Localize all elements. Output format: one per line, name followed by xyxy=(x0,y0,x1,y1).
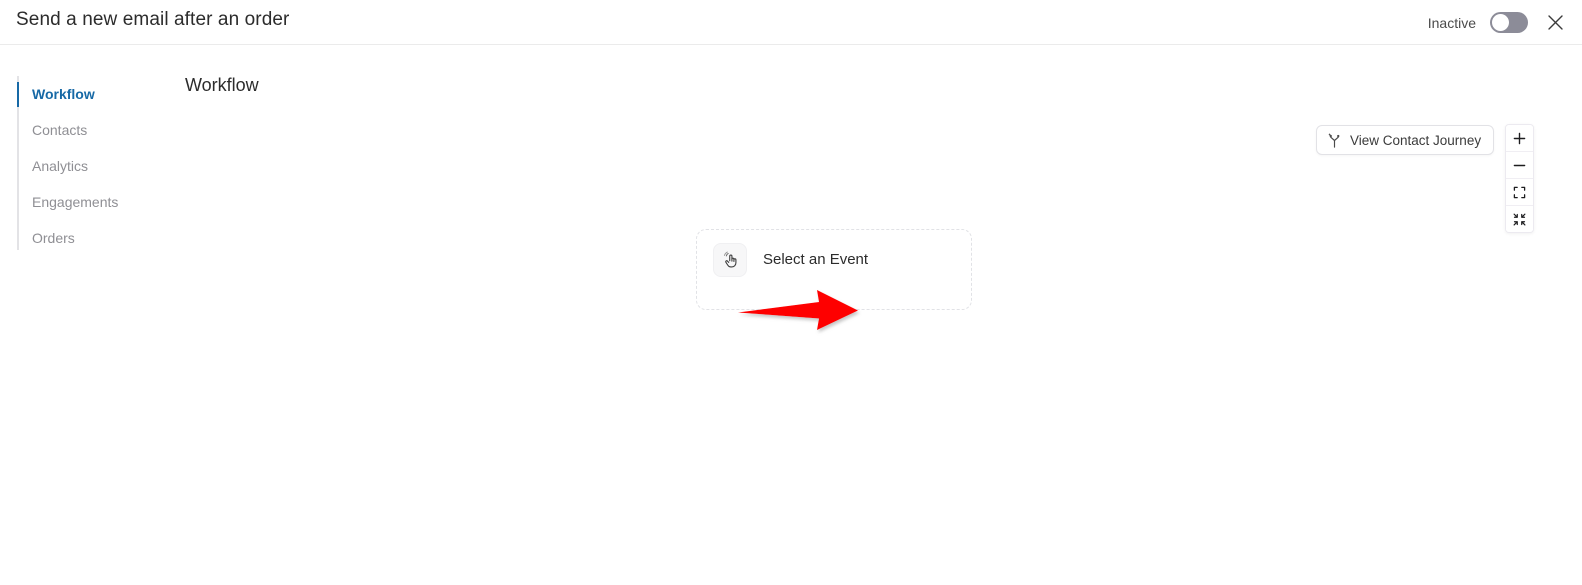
close-icon xyxy=(1547,15,1563,30)
zoom-out-button[interactable] xyxy=(1506,152,1533,179)
sidebar-item-engagements[interactable]: Engagements xyxy=(17,184,172,220)
close-button[interactable] xyxy=(1542,10,1568,36)
toggle-knob xyxy=(1492,14,1509,31)
event-node-label: Select an Event xyxy=(763,251,869,268)
section-title: Workflow xyxy=(185,75,259,95)
sidebar-item-label: Orders xyxy=(32,230,75,246)
branch-journey-icon xyxy=(1328,133,1340,148)
select-an-event-node[interactable]: Select an Event xyxy=(696,229,972,310)
workflow-canvas: Workflow View Contact Journey Select an … xyxy=(172,45,1582,585)
fit-view-button[interactable] xyxy=(1506,179,1533,206)
sidebar-nav: Workflow Contacts Analytics Engagements … xyxy=(17,76,172,256)
view-contact-journey-label: View Contact Journey xyxy=(1350,132,1482,148)
app-header: Send a new email after an order Inactive xyxy=(0,0,1582,45)
zoom-in-button[interactable] xyxy=(1506,125,1533,152)
sidebar-item-label: Workflow xyxy=(32,86,95,102)
sidebar-item-analytics[interactable]: Analytics xyxy=(17,148,172,184)
view-contact-journey-button[interactable]: View Contact Journey xyxy=(1316,125,1495,155)
plus-icon xyxy=(1513,132,1526,144)
sidebar-item-contacts[interactable]: Contacts xyxy=(17,112,172,148)
status-label: Inactive xyxy=(1427,14,1476,31)
event-icon-container xyxy=(713,243,747,277)
header-actions: Inactive xyxy=(1428,0,1568,45)
tap-hand-icon xyxy=(723,251,736,268)
zoom-controls xyxy=(1505,124,1534,233)
sidebar-item-label: Engagements xyxy=(32,194,119,210)
sidebar-item-label: Analytics xyxy=(32,158,89,174)
active-status-toggle[interactable] xyxy=(1490,12,1528,33)
collapse-arrows-icon xyxy=(1513,213,1526,225)
page-title: Send a new email after an order xyxy=(16,9,290,30)
minus-icon xyxy=(1513,164,1526,166)
sidebar-item-orders[interactable]: Orders xyxy=(17,220,172,256)
sidebar-item-workflow[interactable]: Workflow xyxy=(17,76,172,112)
sidebar-item-label: Contacts xyxy=(32,122,88,138)
center-view-button[interactable] xyxy=(1506,206,1533,232)
expand-corners-icon xyxy=(1513,186,1526,198)
